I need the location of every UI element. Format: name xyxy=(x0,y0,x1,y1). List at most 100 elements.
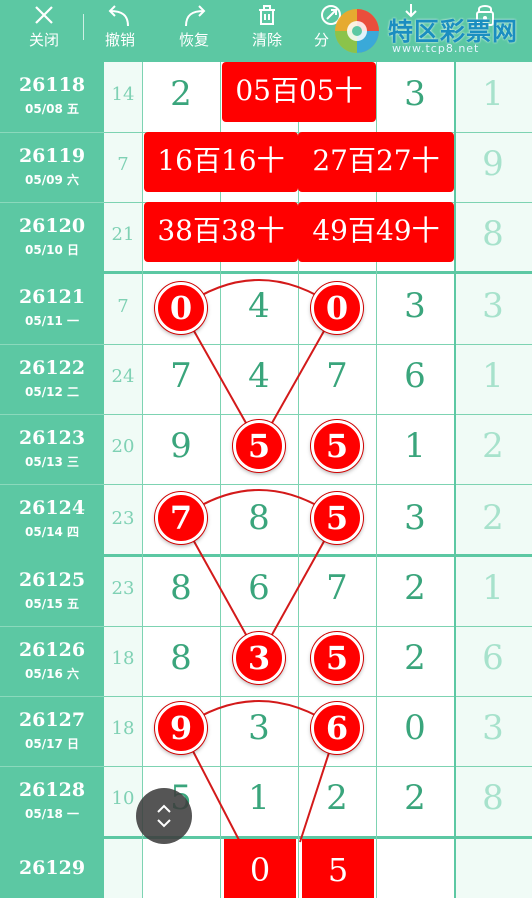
trash-icon xyxy=(233,2,301,28)
digit-cell: 1 xyxy=(482,356,504,396)
issue-number: 26129 xyxy=(18,857,86,879)
last-column-bg xyxy=(454,62,532,898)
highlight-ball: 3 xyxy=(233,632,285,684)
issue-number: 26119 xyxy=(18,145,86,167)
highlight-ball: 6 xyxy=(311,702,363,754)
count-value: 18 xyxy=(111,718,135,739)
chevron-up-down-icon xyxy=(157,804,171,828)
close-label: 关闭 xyxy=(28,31,59,49)
digit-cell: 2 xyxy=(482,498,504,538)
issue-date: 05/14 四 xyxy=(25,525,79,539)
digit-cell: 8 xyxy=(170,568,192,608)
issue-date: 05/18 一 xyxy=(25,807,79,821)
issue-cell: 26126 05/16 六 xyxy=(0,626,104,697)
redo-button[interactable]: 恢复 xyxy=(160,0,228,62)
digit-cell: 8 xyxy=(170,638,192,678)
issue-date: 05/11 一 xyxy=(25,314,79,328)
clear-label: 清除 xyxy=(251,31,282,49)
digit-cell: 7 xyxy=(326,356,348,396)
digit-cell: 2 xyxy=(326,778,348,818)
digit-cell: 3 xyxy=(482,286,504,326)
issue-number: 26124 xyxy=(18,497,86,519)
issue-date: 05/17 日 xyxy=(25,737,79,751)
digit-cell: 4 xyxy=(248,286,270,326)
close-button[interactable]: 关闭 xyxy=(10,0,78,62)
issue-cell: 26124 05/14 四 xyxy=(0,484,104,555)
combo-box: 27百27十 xyxy=(298,132,454,192)
count-value: 21 xyxy=(111,224,135,245)
digit-cell: 9 xyxy=(170,426,192,466)
issue-number: 26127 xyxy=(18,709,86,731)
undo-button[interactable]: 撤销 xyxy=(86,0,154,62)
count-value: 24 xyxy=(111,366,135,387)
col-divider xyxy=(142,62,143,898)
count-value: 10 xyxy=(111,788,135,809)
issue-cell: 26125 05/15 五 xyxy=(0,557,104,627)
issue-number: 26118 xyxy=(18,74,86,96)
prediction-box: 0 xyxy=(224,839,296,898)
issue-date: 05/09 六 xyxy=(25,173,79,187)
digit-cell: 0 xyxy=(404,708,426,748)
issue-number: 26122 xyxy=(18,357,86,379)
issue-cell: 26129 xyxy=(0,839,104,898)
highlight-ball: 9 xyxy=(155,702,207,754)
digit-cell: 2 xyxy=(404,778,426,818)
digit-cell: 3 xyxy=(482,708,504,748)
clear-button[interactable]: 清除 xyxy=(233,0,301,62)
highlight-ball: 7 xyxy=(155,492,207,544)
digit-cell: 7 xyxy=(170,356,192,396)
digit-cell: 2 xyxy=(404,638,426,678)
highlight-ball: 5 xyxy=(311,420,363,472)
issue-cell: 26120 05/10 日 xyxy=(0,202,104,273)
issue-date: 05/12 二 xyxy=(25,385,79,399)
digit-cell: 1 xyxy=(482,568,504,608)
digit-cell: 3 xyxy=(404,286,426,326)
digit-cell: 8 xyxy=(482,778,504,818)
issue-number: 26125 xyxy=(18,569,86,591)
undo-icon xyxy=(86,2,154,28)
digit-cell: 8 xyxy=(248,498,270,538)
digit-cell: 1 xyxy=(248,778,270,818)
undo-label: 撤销 xyxy=(104,31,135,49)
issue-cell: 26118 05/08 五 xyxy=(0,62,104,132)
count-value: 7 xyxy=(117,154,129,175)
combo-box: 49百49十 xyxy=(298,202,454,262)
issue-number: 26121 xyxy=(18,286,86,308)
prediction-box: 5 xyxy=(302,839,374,898)
combo-box: 38百38十 xyxy=(144,202,298,262)
highlight-ball: 5 xyxy=(311,492,363,544)
count-value: 20 xyxy=(111,436,135,457)
count-value: 23 xyxy=(111,508,135,529)
combo-box: 05百05十 xyxy=(222,62,376,122)
issue-number: 26123 xyxy=(18,427,86,449)
highlight-ball: 0 xyxy=(311,282,363,334)
digit-cell: 3 xyxy=(404,498,426,538)
scroll-toggle-button[interactable] xyxy=(136,788,192,844)
highlight-ball: 5 xyxy=(233,420,285,472)
issue-number: 26120 xyxy=(18,215,86,237)
issue-date: 05/10 日 xyxy=(25,243,79,257)
issue-number: 26126 xyxy=(18,639,86,661)
combo-box: 16百16十 xyxy=(144,132,298,192)
digit-cell: 2 xyxy=(170,74,192,114)
brand-url: www.tcp8.net xyxy=(392,42,480,55)
count-column-bg xyxy=(104,62,142,898)
issue-date: 05/15 五 xyxy=(25,597,79,611)
digit-cell: 8 xyxy=(482,214,504,254)
redo-icon xyxy=(160,2,228,28)
issue-cell: 26128 05/18 一 xyxy=(0,766,104,837)
issue-cell: 26123 05/13 三 xyxy=(0,414,104,485)
issue-date: 05/13 三 xyxy=(25,455,79,469)
digit-cell: 3 xyxy=(404,74,426,114)
brand-swirl-icon xyxy=(335,9,379,53)
close-icon xyxy=(10,2,78,28)
trend-grid: 26118 05/08 五 26119 05/09 六 26120 05/10 日 2… xyxy=(0,62,532,898)
count-value: 14 xyxy=(111,84,135,105)
highlight-ball: 5 xyxy=(311,632,363,684)
issue-cell: 26119 05/09 六 xyxy=(0,132,104,203)
toolbar: 关闭 撤销 恢复 清除 分 特区彩票网 www.tcp8.net xyxy=(0,0,532,62)
count-value: 23 xyxy=(111,578,135,599)
digit-cell: 2 xyxy=(404,568,426,608)
toolbar-divider xyxy=(83,14,84,40)
digit-cell: 6 xyxy=(248,568,270,608)
